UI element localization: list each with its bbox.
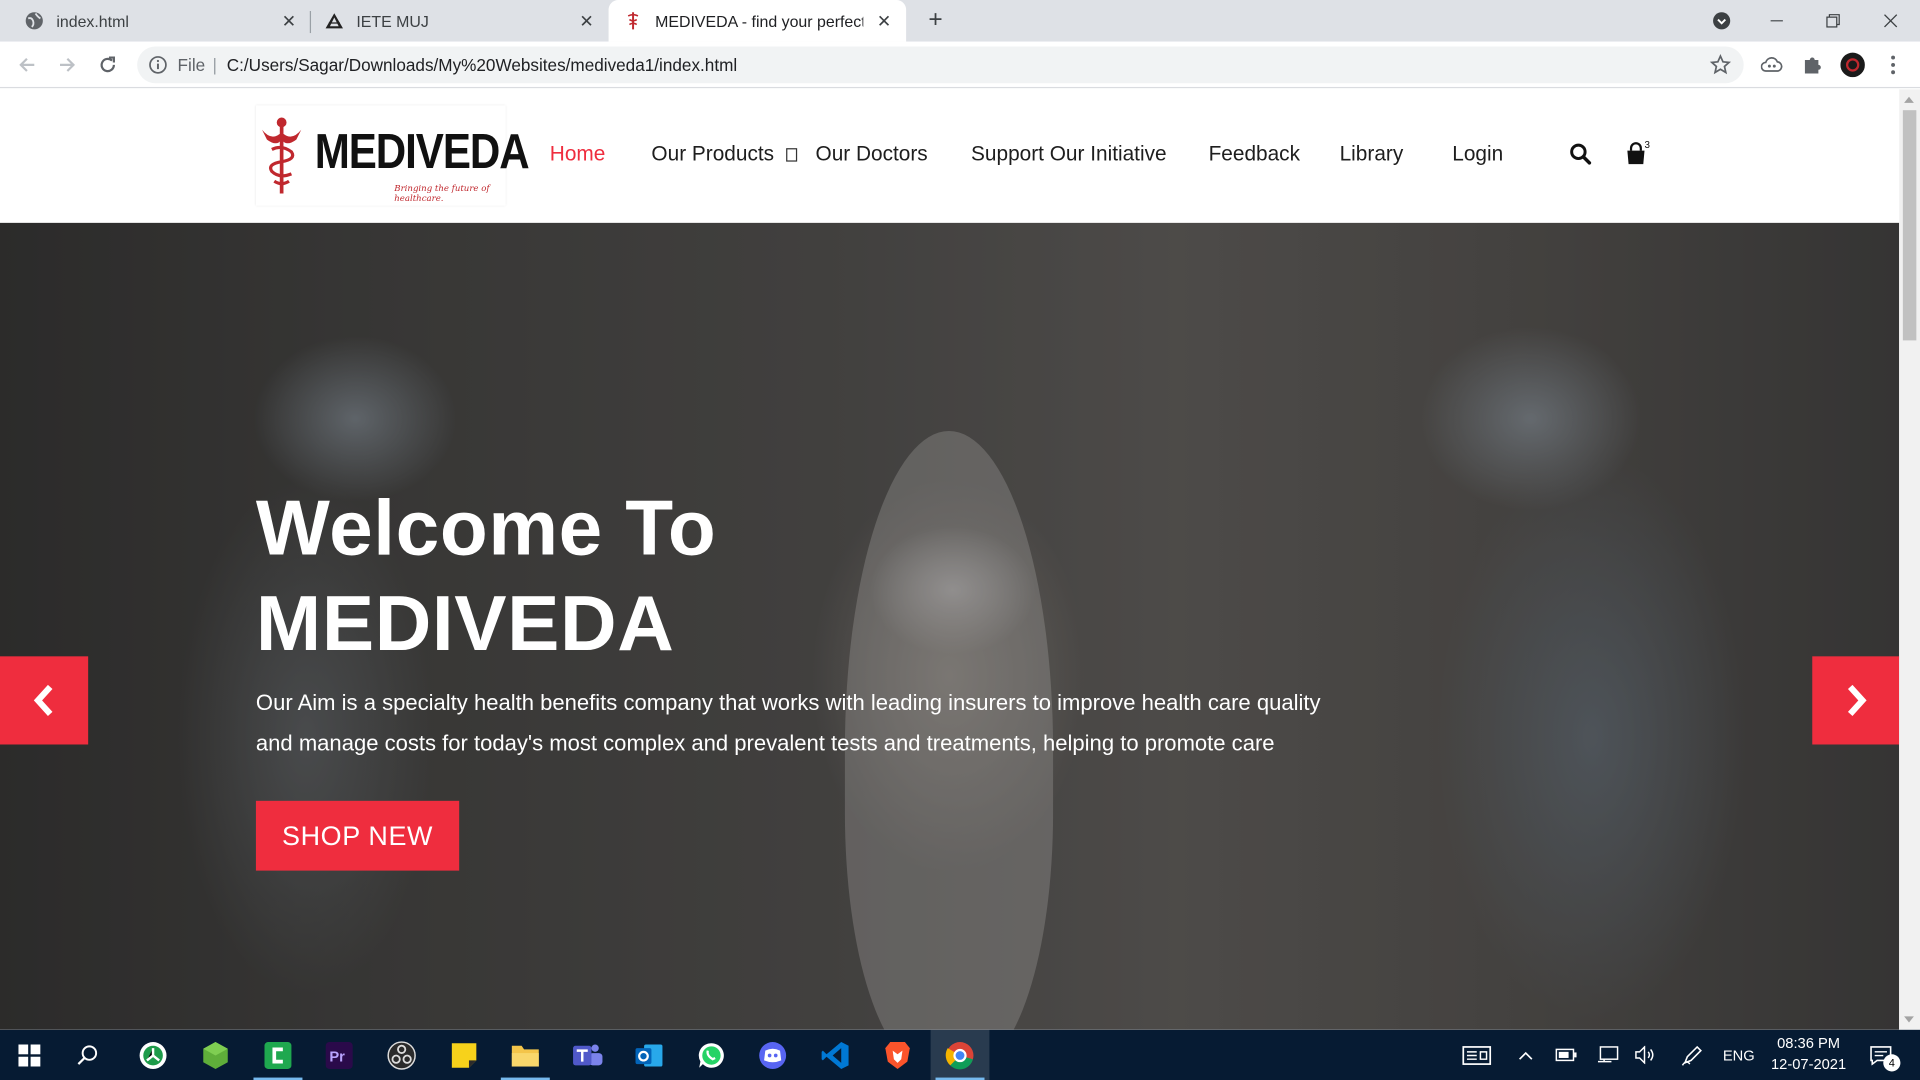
tab-search-icon[interactable]: [1693, 0, 1749, 42]
svg-text:Pr: Pr: [329, 1049, 345, 1065]
taskbar-search-icon[interactable]: [59, 1030, 118, 1080]
mediveda-favicon-icon: [623, 11, 643, 31]
nav-our-doctors[interactable]: Our Doctors: [816, 142, 928, 166]
chevron-right-icon: [1847, 684, 1867, 716]
close-tab-icon[interactable]: ✕: [874, 11, 894, 31]
sticky-notes-icon[interactable]: [435, 1030, 494, 1080]
language-indicator[interactable]: ENG: [1717, 1030, 1761, 1080]
profile-avatar[interactable]: [1840, 52, 1865, 78]
teams-icon[interactable]: [558, 1030, 617, 1080]
logo-tagline: Bringing the future of healthcare.: [394, 183, 490, 204]
premiere-pro-icon[interactable]: Pr: [310, 1030, 369, 1080]
obs-icon[interactable]: [372, 1030, 431, 1080]
vscode-icon[interactable]: [806, 1030, 865, 1080]
browser-tab-strip: index.html ✕ IETE MUJ ✕ MEDIVEDA - find …: [0, 0, 1920, 42]
file-explorer-icon[interactable]: [496, 1030, 555, 1080]
nav-login[interactable]: Login: [1452, 142, 1503, 166]
chrome-icon[interactable]: [930, 1029, 990, 1080]
app-circle-icon[interactable]: [124, 1030, 183, 1080]
tab-title: MEDIVEDA - find your perfect gift: [655, 11, 864, 31]
notification-count-badge: 4: [1883, 1054, 1901, 1072]
browser-menu-icon[interactable]: [1881, 53, 1905, 77]
new-tab-button[interactable]: +: [922, 6, 949, 33]
system-clock[interactable]: 08:36 PM 12-07-2021: [1761, 1033, 1857, 1075]
info-icon[interactable]: [148, 55, 168, 75]
clock-date: 12-07-2021: [1770, 1055, 1847, 1073]
iete-logo-icon: [324, 11, 344, 31]
hero-description: Our Aim is a specialty health benefits c…: [255, 690, 1321, 756]
nav-library[interactable]: Library: [1340, 142, 1404, 166]
app-hexagon-icon[interactable]: [186, 1030, 245, 1080]
outlook-icon[interactable]: [620, 1030, 679, 1080]
windows-taskbar: Pr ENG 08:36 PM 12-07-2021: [0, 1029, 1920, 1080]
forward-button[interactable]: [54, 51, 81, 78]
extensions-puzzle-icon[interactable]: [1800, 53, 1824, 77]
site-logo[interactable]: MEDIVEDA Bringing the future of healthca…: [255, 105, 530, 206]
hero-title: Welcome To MEDIVEDA: [255, 483, 717, 668]
minimize-button[interactable]: [1749, 0, 1805, 42]
caduceus-icon: [262, 117, 302, 194]
back-button[interactable]: [13, 51, 40, 78]
address-bar[interactable]: File | C:/Users/Sagar/Downloads/My%20Web…: [137, 46, 1744, 84]
scrollbar-thumb[interactable]: [1902, 110, 1917, 341]
url-scheme: File: [177, 55, 206, 75]
show-hidden-icons[interactable]: [1513, 1030, 1537, 1080]
tab-index-html[interactable]: index.html ✕: [10, 0, 311, 42]
logo-wordmark: MEDIVEDA: [314, 124, 530, 179]
shop-new-button[interactable]: SHOP NEW: [255, 800, 460, 871]
reload-button[interactable]: [94, 51, 121, 78]
camtasia-icon[interactable]: [249, 1030, 308, 1080]
volume-icon[interactable]: [1632, 1030, 1659, 1080]
chevron-left-icon: [33, 684, 53, 716]
screen: index.html ✕ IETE MUJ ✕ MEDIVEDA - find …: [0, 0, 1920, 1080]
brave-icon[interactable]: [868, 1030, 927, 1080]
pen-workspace-icon[interactable]: [1678, 1030, 1707, 1080]
tab-iete-muj[interactable]: IETE MUJ ✕: [310, 0, 609, 42]
extension-cloud-icon[interactable]: [1760, 53, 1784, 77]
browser-toolbar: File | C:/Users/Sagar/Downloads/My%20Web…: [0, 41, 1920, 89]
tab-mediveda[interactable]: MEDIVEDA - find your perfect gift ✕: [608, 0, 907, 42]
url-divider: |: [212, 55, 217, 75]
windows-start-icon[interactable]: [0, 1030, 59, 1080]
close-window-button[interactable]: [1862, 0, 1918, 42]
globe-icon: [24, 11, 44, 31]
search-icon[interactable]: [1569, 142, 1593, 166]
nav-support-initiative[interactable]: Support Our Initiative: [971, 142, 1167, 166]
hero-slider: Welcome To MEDIVEDA Our Aim is a specialt…: [0, 222, 1900, 1030]
tab-title: index.html: [56, 11, 129, 31]
restore-button[interactable]: [1805, 0, 1861, 42]
close-tab-icon[interactable]: ✕: [577, 11, 597, 31]
whatsapp-icon[interactable]: [682, 1030, 741, 1080]
discord-icon[interactable]: [743, 1030, 802, 1080]
cart-count-badge: 3: [1644, 139, 1650, 151]
slider-prev-button[interactable]: [0, 656, 89, 745]
news-interests-icon[interactable]: [1455, 1030, 1499, 1080]
network-icon[interactable]: [1594, 1030, 1621, 1080]
scroll-up-icon[interactable]: [1904, 96, 1914, 103]
nav-feedback[interactable]: Feedback: [1209, 142, 1300, 166]
dropdown-icon: [786, 148, 798, 162]
bookmark-star-icon[interactable]: [1709, 53, 1732, 76]
slider-next-button[interactable]: [1812, 656, 1900, 745]
tab-title: IETE MUJ: [356, 11, 429, 31]
site-header: MEDIVEDA Bringing the future of healthca…: [0, 89, 1900, 223]
page-scrollbar[interactable]: [1899, 89, 1920, 1030]
web-page: MEDIVEDA Bringing the future of healthca…: [0, 89, 1900, 1030]
scroll-down-icon[interactable]: [1904, 1016, 1914, 1023]
url-text[interactable]: C:/Users/Sagar/Downloads/My%20Websites/m…: [227, 55, 737, 75]
clock-time: 08:36 PM: [1777, 1034, 1841, 1052]
nav-our-products[interactable]: Our Products: [651, 142, 798, 166]
battery-icon[interactable]: [1553, 1030, 1580, 1080]
close-tab-icon[interactable]: ✕: [279, 11, 299, 31]
nav-home[interactable]: Home: [550, 142, 606, 166]
